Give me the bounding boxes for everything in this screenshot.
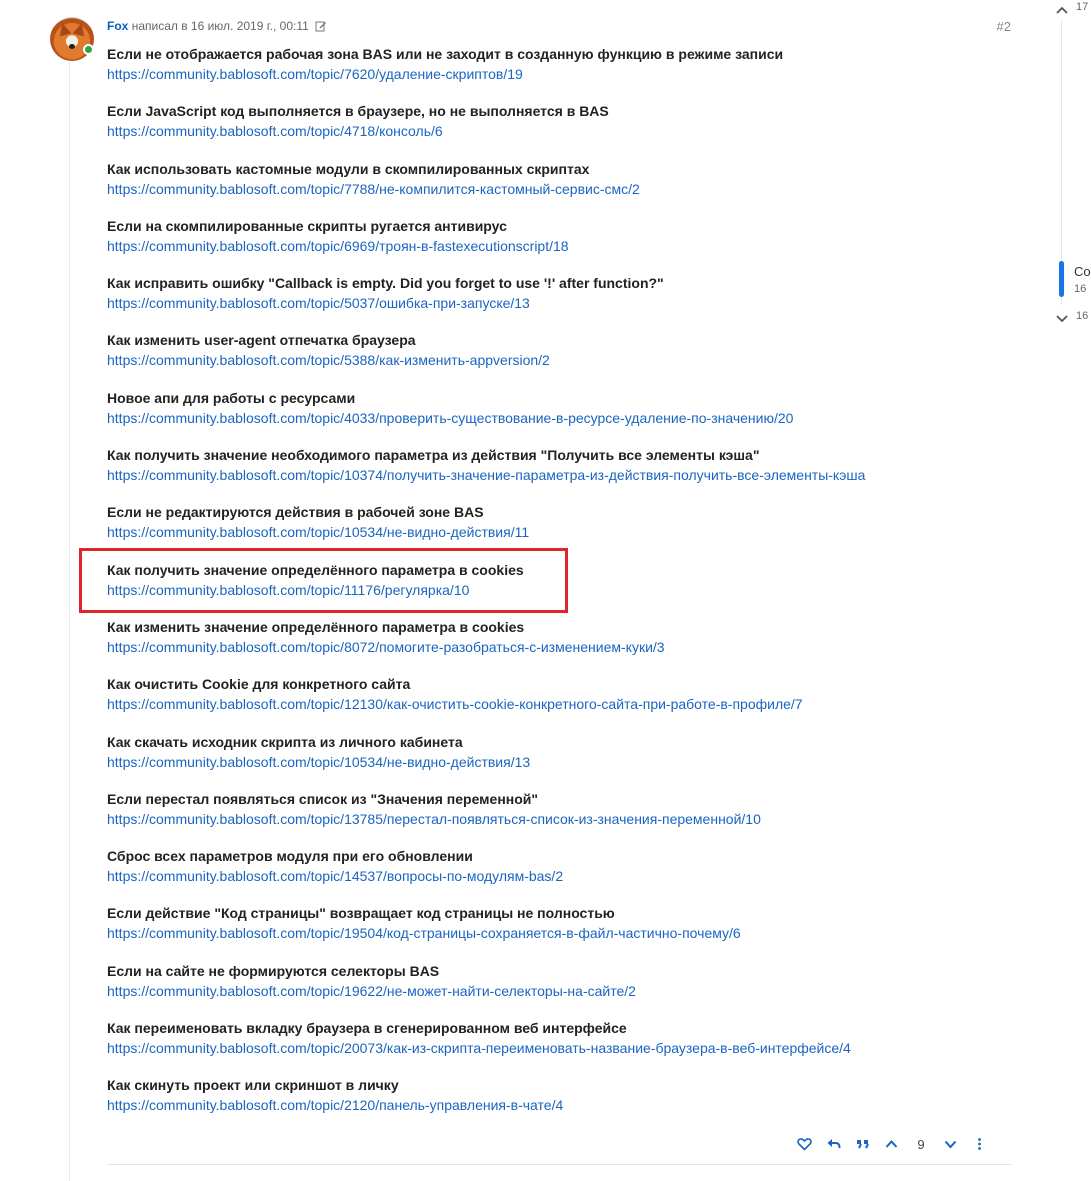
- faq-entry-link[interactable]: https://community.bablosoft.com/topic/76…: [107, 64, 1017, 85]
- timeline-current-label: Co: [1074, 264, 1091, 279]
- post-actions: 9: [790, 1133, 994, 1155]
- chevron-down-icon[interactable]: [1055, 311, 1069, 329]
- faq-entry-link[interactable]: https://community.bablosoft.com/topic/10…: [107, 465, 1017, 486]
- timeline-current-date: 16: [1074, 283, 1087, 295]
- chevron-up-icon[interactable]: [1055, 2, 1069, 20]
- faq-entry: Как очистить Cookie для конкретного сайт…: [107, 675, 1017, 732]
- downvote-icon[interactable]: [936, 1133, 965, 1155]
- faq-entry-title: Как получить значение необходимого парам…: [107, 447, 760, 464]
- topic-timeline[interactable]: 17 Co 16 16: [1055, 0, 1091, 1181]
- faq-entry-link[interactable]: https://community.bablosoft.com/topic/12…: [107, 694, 1017, 715]
- timeline-start-date: 17: [1076, 1, 1089, 13]
- faq-entry-link[interactable]: https://community.bablosoft.com/topic/77…: [107, 179, 1017, 200]
- faq-entry: Если на скомпилированные скрипты ругаетс…: [107, 217, 1017, 274]
- faq-entry: Если не отображается рабочая зона BAS ил…: [107, 45, 1017, 102]
- faq-entry-link[interactable]: https://community.bablosoft.com/topic/10…: [107, 752, 1017, 773]
- faq-entry: Как исправить ошибку "Callback is empty.…: [107, 274, 1017, 331]
- highlight-box: [79, 548, 568, 613]
- post-timestamp: написал в 16 июл. 2019 г., 00:11: [131, 19, 309, 33]
- faq-entry-title: Как скачать исходник скрипта из личного …: [107, 733, 463, 750]
- faq-entry-link[interactable]: https://community.bablosoft.com/topic/80…: [107, 637, 1017, 658]
- faq-entry-title: Если действие "Код страницы" возвращает …: [107, 905, 615, 922]
- faq-entry-link[interactable]: https://community.bablosoft.com/topic/47…: [107, 121, 1017, 142]
- faq-entry: Сброс всех параметров модуля при его обн…: [107, 847, 1017, 904]
- faq-entry: Как изменить user-agent отпечатка браузе…: [107, 331, 1017, 388]
- faq-entry: Как переименовать вкладку браузера в сге…: [107, 1019, 1017, 1076]
- faq-entry: Как использовать кастомные модули в ском…: [107, 160, 1017, 217]
- author-name[interactable]: Fox: [107, 19, 128, 33]
- faq-entry-title: Как скинуть проект или скриншот в личку: [107, 1077, 399, 1094]
- faq-entry-link[interactable]: https://community.bablosoft.com/topic/13…: [107, 809, 1017, 830]
- vote-count[interactable]: 9: [906, 1137, 936, 1152]
- faq-entry-link[interactable]: https://community.bablosoft.com/topic/69…: [107, 236, 1017, 257]
- faq-entry: Как получить значение необходимого парам…: [107, 446, 1017, 503]
- faq-entry-title: Если не отображается рабочая зона BAS ил…: [107, 46, 784, 62]
- faq-entry-title: Как изменить user-agent отпечатка браузе…: [107, 332, 416, 349]
- faq-entry: Как скинуть проект или скриншот в личку h…: [107, 1076, 1017, 1133]
- faq-entry: Как изменить значение определённого пара…: [107, 618, 1017, 675]
- faq-entry-link[interactable]: https://community.bablosoft.com/topic/21…: [107, 1095, 1017, 1116]
- faq-entry: Как скачать исходник скрипта из личного …: [107, 733, 1017, 790]
- edit-icon: [315, 20, 327, 35]
- post-divider: [107, 1164, 1011, 1165]
- faq-entry: Если перестал появляться список из "Знач…: [107, 790, 1017, 847]
- faq-entry-title: Как очистить Cookie для конкретного сайт…: [107, 676, 411, 693]
- faq-entry-title: Как переименовать вкладку браузера в сге…: [107, 1020, 627, 1037]
- faq-entry: Если JavaScript код выполняется в браузе…: [107, 102, 1017, 159]
- post-number[interactable]: #2: [997, 19, 1011, 34]
- faq-entry-title: Если перестал появляться список из "Знач…: [107, 790, 539, 807]
- online-status-dot: [83, 44, 94, 55]
- faq-entry: Если действие "Код страницы" возвращает …: [107, 904, 1017, 961]
- faq-entry-link[interactable]: https://community.bablosoft.com/topic/50…: [107, 293, 1017, 314]
- faq-entry-link[interactable]: https://community.bablosoft.com/topic/19…: [107, 923, 1017, 944]
- post-meta: Fox написал в 16 июл. 2019 г., 00:11: [107, 19, 327, 35]
- faq-entry-title: Новое апи для работы с ресурсами: [107, 389, 356, 406]
- faq-entry-link[interactable]: https://community.bablosoft.com/topic/14…: [107, 866, 1017, 887]
- faq-entry-title: Как исправить ошибку "Callback is empty.…: [107, 275, 664, 292]
- faq-entry-link[interactable]: https://community.bablosoft.com/topic/10…: [107, 522, 1017, 543]
- thread-line: [69, 62, 70, 1181]
- faq-entry-title: Если JavaScript код выполняется в браузе…: [107, 103, 609, 120]
- timeline-handle[interactable]: [1059, 261, 1064, 297]
- more-icon[interactable]: [965, 1133, 994, 1155]
- faq-entry: Новое апи для работы с ресурсами https://…: [107, 389, 1017, 446]
- timeline-end-date: 16: [1076, 310, 1089, 322]
- faq-entry-link[interactable]: https://community.bablosoft.com/topic/40…: [107, 408, 1017, 429]
- faq-entry-title: Если не редактируются действия в рабочей…: [107, 504, 484, 521]
- faq-entry-link[interactable]: https://community.bablosoft.com/topic/20…: [107, 1038, 1017, 1059]
- quote-icon[interactable]: [848, 1133, 877, 1155]
- heart-icon[interactable]: [790, 1133, 819, 1155]
- faq-entry-title: Сброс всех параметров модуля при его обн…: [107, 848, 473, 865]
- faq-entry-link[interactable]: https://community.bablosoft.com/topic/19…: [107, 981, 1017, 1002]
- upvote-icon[interactable]: [877, 1133, 906, 1155]
- faq-entry: Если на сайте не формируются селекторы B…: [107, 962, 1017, 1019]
- reply-icon[interactable]: [819, 1133, 848, 1155]
- faq-entry-title: Если на скомпилированные скрипты ругаетс…: [107, 217, 507, 234]
- faq-entry-link[interactable]: https://community.bablosoft.com/topic/53…: [107, 350, 1017, 371]
- faq-entry-title: Как использовать кастомные модули в ском…: [107, 160, 590, 177]
- faq-entry-title: Если на сайте не формируются селекторы B…: [107, 962, 440, 979]
- faq-entry-title: Как изменить значение определённого пара…: [107, 618, 525, 635]
